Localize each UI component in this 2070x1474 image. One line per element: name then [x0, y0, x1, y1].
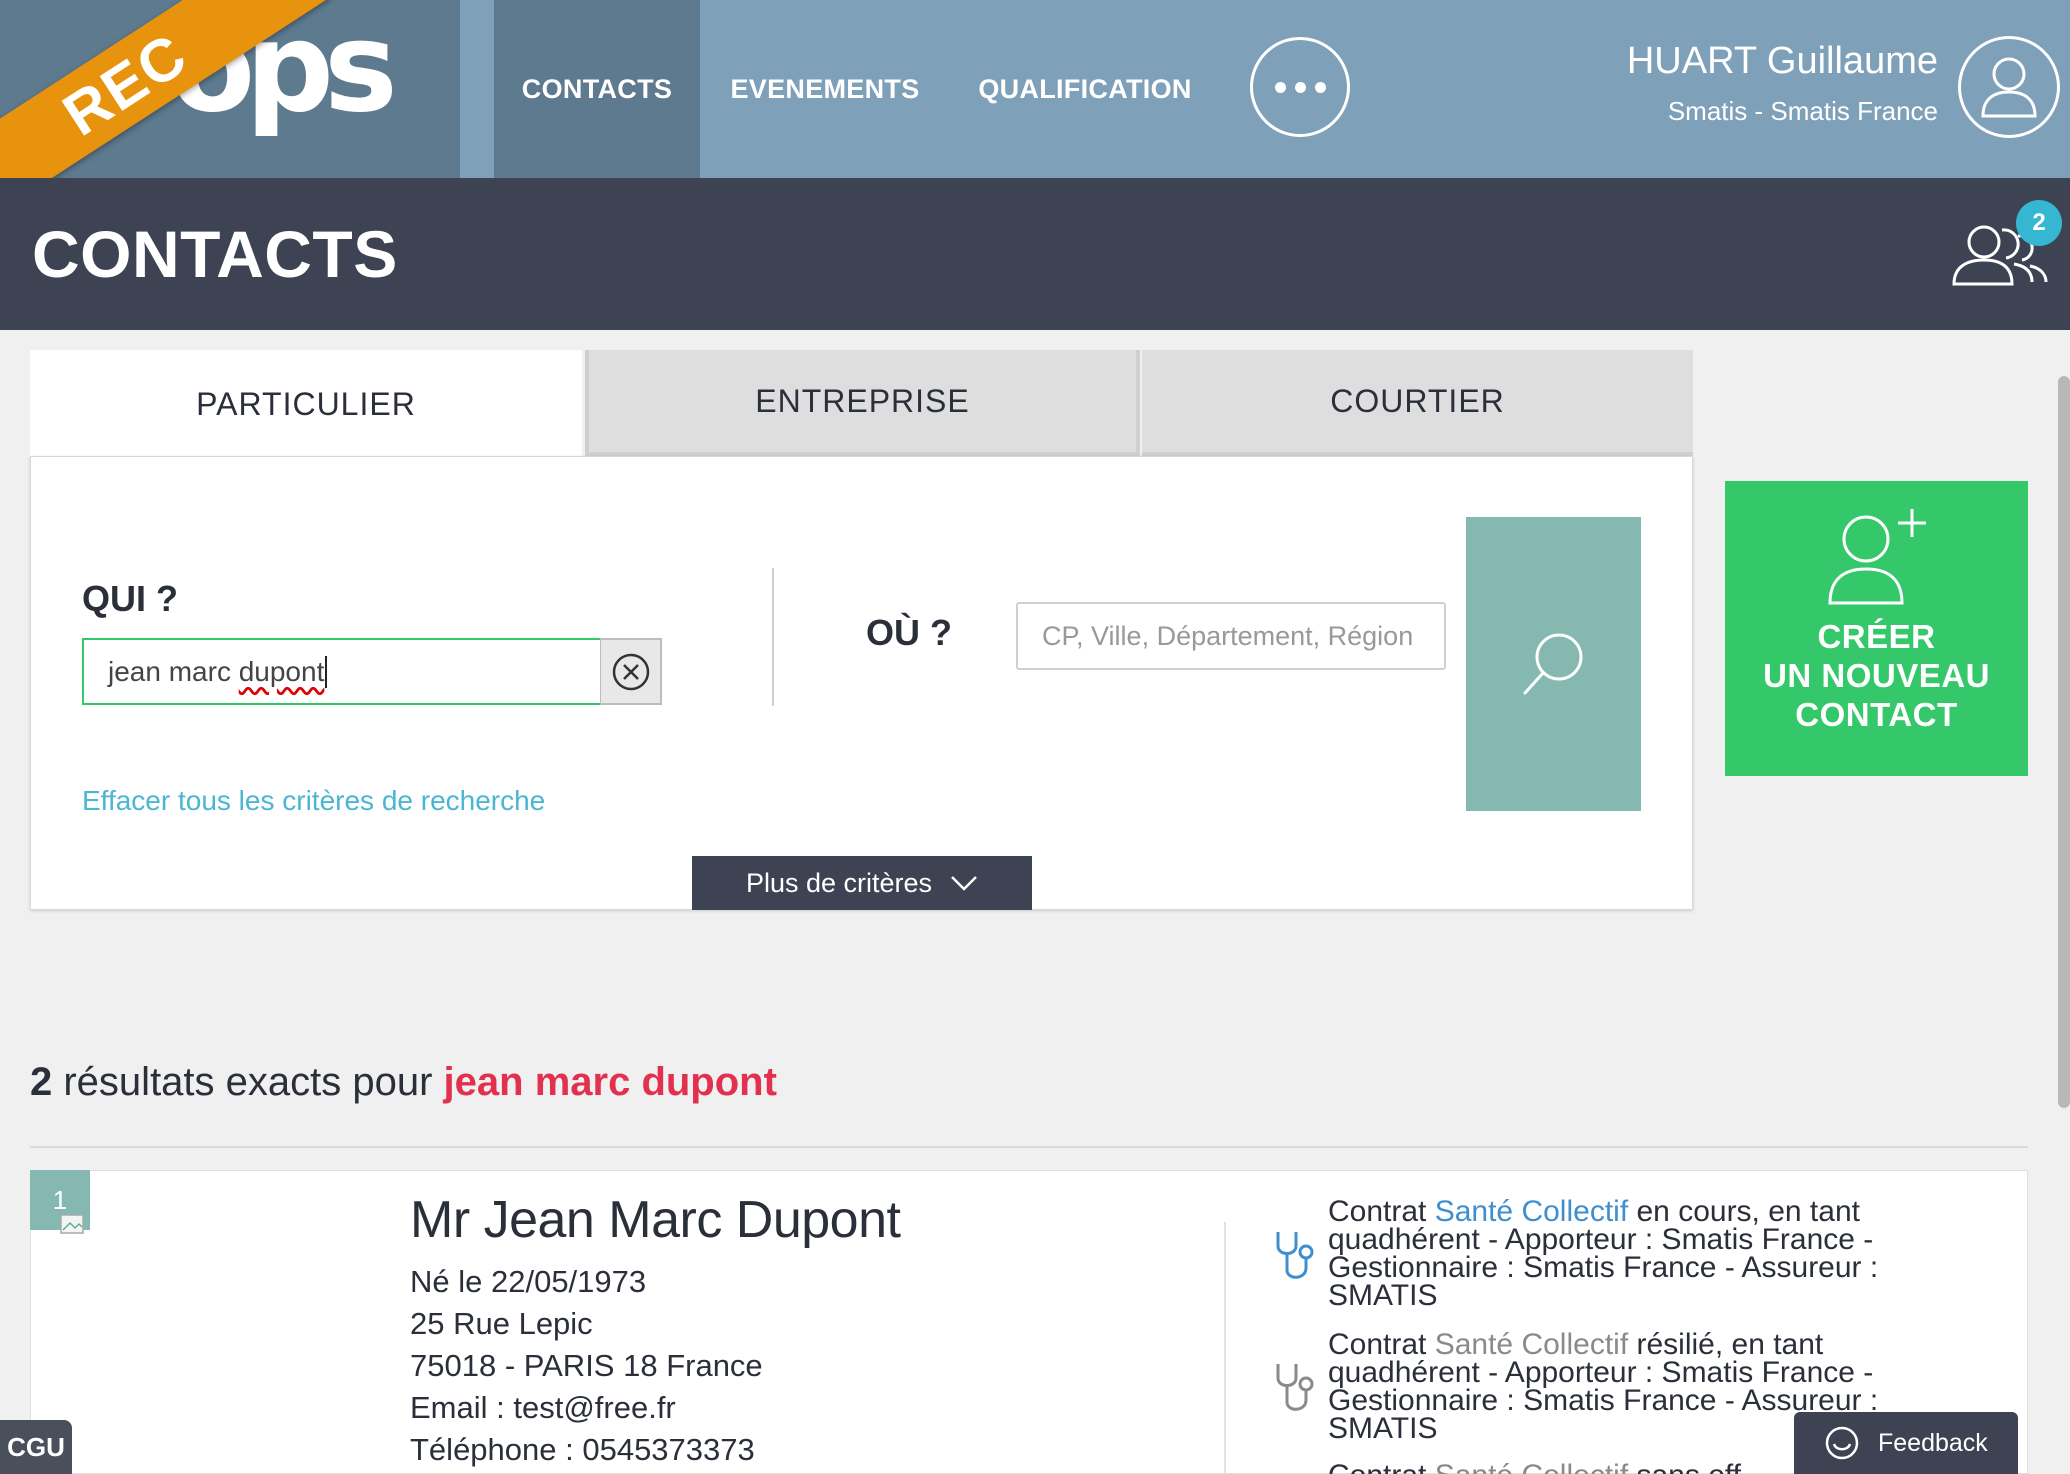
- top-navigation-bar: ops REC CONTACTS EVENEMENTS QUALIFICATIO…: [0, 0, 2070, 178]
- more-menu-button[interactable]: [1250, 37, 1350, 137]
- ellipsis-dot: [1294, 81, 1306, 93]
- contract-details: sans eff: [1628, 1462, 1741, 1474]
- broken-image-icon: [60, 1214, 84, 1234]
- add-user-icon: [1827, 509, 1926, 605]
- contract-item: Contrat Santé Collectif en cours, en tan…: [1328, 1198, 1968, 1310]
- contact-birth-date: Né le 22/05/1973: [410, 1264, 647, 1299]
- clear-input-button[interactable]: [600, 638, 662, 705]
- more-criteria-button[interactable]: Plus de critères: [692, 856, 1032, 910]
- stethoscope-icon: [1276, 1232, 1314, 1279]
- where-search-input[interactable]: CP, Ville, Département, Région: [1016, 602, 1446, 670]
- chevron-down-icon: [951, 876, 977, 891]
- page-header: CONTACTS: [0, 178, 2070, 330]
- create-contact-button[interactable]: CRÉER UN NOUVEAU CONTACT: [1725, 481, 2028, 776]
- more-criteria-label: Plus de critères: [745, 867, 933, 898]
- feedback-button[interactable]: Feedback: [1794, 1412, 2018, 1474]
- contact-address-line2: 75018 - PARIS 18 France: [410, 1348, 763, 1383]
- tab-entreprise[interactable]: ENTREPRISE: [585, 350, 1140, 456]
- results-divider: [30, 1146, 2028, 1148]
- who-label: QUI ?: [82, 578, 178, 619]
- contract-kind-link[interactable]: Santé Collectif: [1435, 1462, 1628, 1474]
- ellipsis-dot: [1314, 81, 1326, 93]
- text-cursor: [325, 655, 328, 688]
- contact-name[interactable]: Mr Jean Marc Dupont: [410, 1190, 901, 1250]
- ellipsis-icon: [1274, 81, 1286, 93]
- feedback-label: Feedback: [1878, 1428, 1988, 1457]
- create-contact-line1: CRÉER: [1817, 618, 1936, 655]
- nav-qualification[interactable]: QUALIFICATION: [960, 0, 1210, 178]
- who-search-input[interactable]: jean marc dupont: [82, 638, 602, 705]
- user-organization: Smatis - Smatis France: [1667, 96, 1938, 126]
- contact-email: Email : test@free.fr: [410, 1390, 676, 1425]
- where-label: OÙ ?: [866, 612, 952, 653]
- contact-phone: Téléphone : 0545373373: [410, 1432, 755, 1467]
- create-contact-label: CRÉER UN NOUVEAU CONTACT: [1763, 617, 1990, 734]
- logo-separator: [460, 0, 494, 178]
- results-summary: 2 résultats exacts pour jean marc dupont: [30, 1060, 777, 1105]
- create-contact-line2: UN NOUVEAU: [1763, 657, 1990, 694]
- stethoscope-icon: [1276, 1364, 1314, 1411]
- cgu-button[interactable]: CGU: [0, 1420, 72, 1474]
- clear-all-criteria-link[interactable]: Effacer tous les critères de recherche: [82, 785, 545, 817]
- contract-prefix: Contrat: [1328, 1462, 1435, 1474]
- user-avatar-button[interactable]: [1958, 36, 2060, 138]
- contact-address-line1: 25 Rue Lepic: [410, 1306, 593, 1341]
- tab-courtier[interactable]: COURTIER: [1142, 350, 1693, 456]
- page-title: CONTACTS: [32, 217, 398, 291]
- nav-evenements[interactable]: EVENEMENTS: [715, 0, 935, 178]
- nav-contacts[interactable]: CONTACTS: [494, 0, 700, 178]
- who-input-misspelled-word: dupont: [238, 655, 325, 687]
- results-count: 2: [30, 1060, 53, 1104]
- vertical-scrollbar[interactable]: [2058, 376, 2070, 1108]
- search-icon: [1523, 633, 1582, 695]
- results-text: résultats exacts pour: [52, 1060, 444, 1104]
- create-contact-line3: CONTACT: [1795, 696, 1958, 733]
- notification-badge: 2: [2016, 200, 2062, 246]
- card-divider: [1224, 1222, 1226, 1474]
- results-query: jean marc dupont: [443, 1060, 777, 1104]
- search-button[interactable]: [1466, 517, 1641, 811]
- user-icon: [1981, 57, 2037, 118]
- clear-icon: [612, 653, 649, 690]
- who-input-text: jean marc: [108, 655, 239, 687]
- tab-particulier[interactable]: PARTICULIER: [30, 350, 582, 458]
- search-divider: [772, 568, 774, 706]
- smiley-chat-icon: [1825, 1426, 1859, 1460]
- app-logo[interactable]: ops REC: [0, 0, 460, 178]
- user-name[interactable]: HUART Guillaume: [1627, 40, 1938, 83]
